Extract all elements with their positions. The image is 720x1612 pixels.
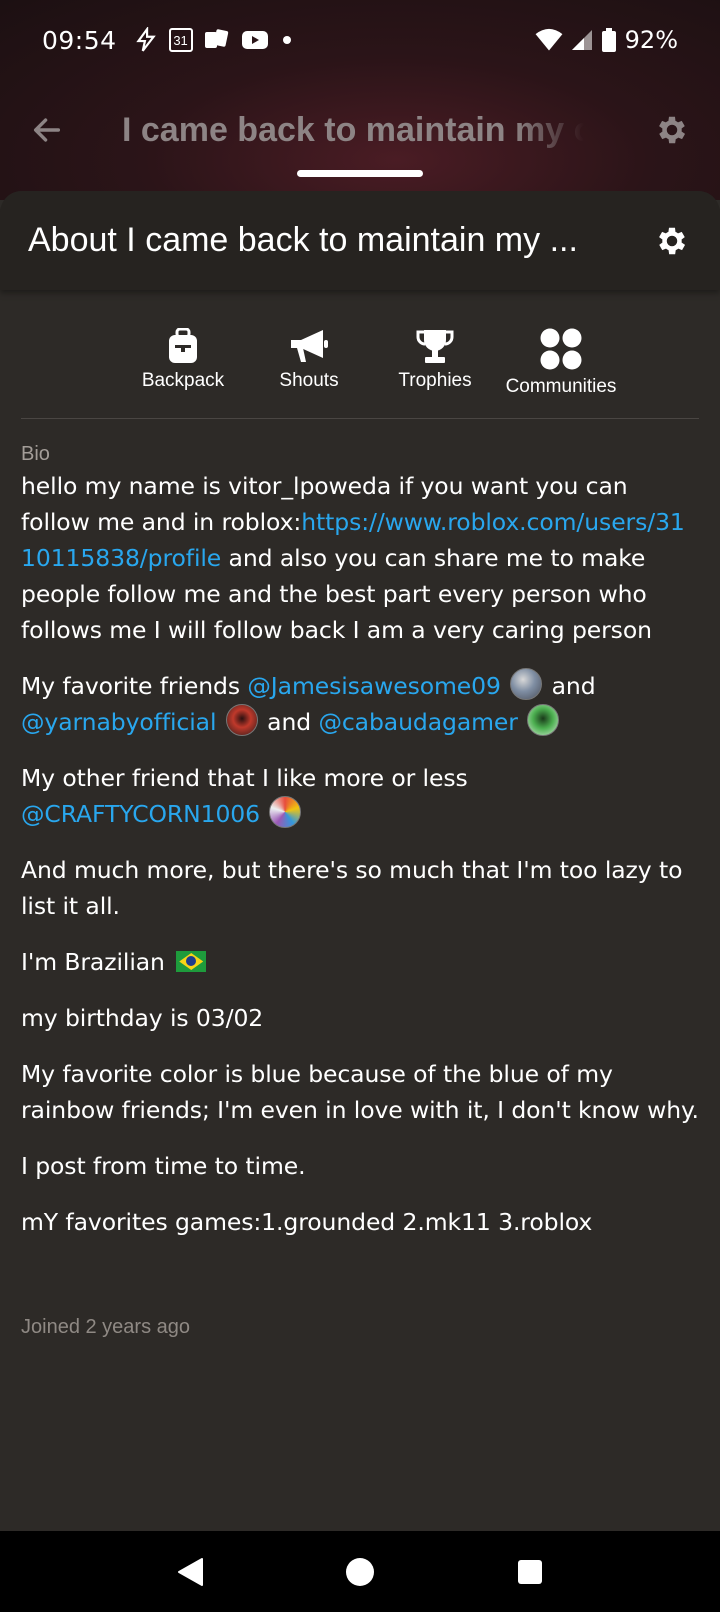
signal-icon	[571, 30, 592, 50]
tab-communities[interactable]: Communities	[498, 328, 624, 398]
profile-tabs: Backpack Shouts Trophies Communities	[0, 328, 720, 398]
bio-text: and	[544, 672, 596, 700]
mention-link[interactable]: @CRAFTYCORN1006	[21, 800, 260, 828]
trophy-icon	[416, 330, 454, 363]
user-avatar[interactable]	[225, 704, 258, 736]
notification-icons: 31	[133, 27, 291, 53]
sheet-drag-handle[interactable]	[297, 170, 423, 177]
bio-section: Bio hello my name is vitor_lpoweda if yo…	[0, 419, 720, 1339]
back-arrow-icon[interactable]	[30, 113, 64, 147]
status-bar: 09:54 31 92%	[0, 0, 720, 80]
bio-paragraph: My other friend that I like more or less…	[21, 760, 699, 832]
mention-link[interactable]: @Jamesisawesome09	[247, 672, 501, 700]
brazil-flag-icon	[176, 951, 207, 972]
top-backdrop: 09:54 31 92% I came back to maintain my …	[0, 0, 720, 200]
tab-label: Trophies	[398, 370, 472, 391]
bio-text: My favorite friends	[21, 672, 248, 700]
tab-label: Shouts	[279, 370, 339, 391]
bio-paragraph: I post from time to time.	[21, 1152, 306, 1180]
tab-backpack[interactable]: Backpack	[120, 328, 246, 398]
bio-text: I'm Brazilian	[21, 948, 165, 976]
tab-label: Communities	[505, 376, 617, 397]
tab-shouts[interactable]: Shouts	[246, 328, 372, 398]
calendar-icon: 31	[168, 28, 193, 52]
top-title: I came back to maintain my o	[122, 110, 584, 149]
sheet-header: About I came back to maintain my ...	[0, 191, 720, 290]
top-nav: I came back to maintain my o	[0, 90, 720, 170]
bolt-icon	[135, 27, 156, 52]
dot-icon	[282, 36, 291, 44]
status-time: 09:54	[42, 25, 117, 55]
bio-paragraph: mY favorites games:1.grounded 2.mk11 3.r…	[21, 1208, 593, 1236]
user-avatar[interactable]	[510, 668, 543, 700]
recents-square-icon	[518, 1559, 542, 1584]
tab-label: Backpack	[141, 370, 225, 391]
bio-text: My other friend that I like more or less	[21, 764, 468, 792]
bio-paragraph: And much more, but there's so much that …	[21, 856, 683, 920]
cards-icon	[204, 29, 228, 48]
battery-percent: 92%	[624, 26, 678, 54]
bio-paragraph: My favorite friends @Jamesisawesome09 an…	[21, 668, 699, 740]
mention-link[interactable]: @yarnabyofficial	[21, 708, 217, 736]
joined-date: Joined 2 years ago	[21, 1316, 191, 1338]
bio-paragraph: hello my name is vitor_lpoweda if you wa…	[21, 468, 699, 648]
home-circle-icon	[346, 1557, 374, 1586]
user-avatar[interactable]	[269, 796, 302, 828]
nav-recents-button[interactable]	[445, 1559, 615, 1585]
youtube-icon	[241, 31, 268, 49]
communities-icon	[540, 328, 582, 370]
nav-back-button[interactable]	[105, 1557, 275, 1587]
gear-icon[interactable]	[654, 112, 690, 148]
megaphone-icon	[291, 330, 328, 362]
wifi-icon	[535, 28, 563, 51]
system-nav-bar	[0, 1531, 720, 1612]
sheet-title: About I came back to maintain my ...	[28, 221, 578, 259]
back-triangle-icon	[178, 1557, 203, 1586]
battery-icon	[601, 28, 616, 52]
about-sheet: About I came back to maintain my ... Bac…	[0, 191, 720, 1531]
nav-home-button[interactable]	[275, 1557, 445, 1587]
backpack-icon	[169, 328, 197, 363]
gear-icon[interactable]	[654, 223, 690, 259]
bio-paragraph: My favorite color is blue because of the…	[21, 1060, 699, 1124]
bio-paragraph: my birthday is 03/02	[21, 1004, 264, 1032]
mention-link[interactable]: @cabaudagamer	[318, 708, 517, 736]
tab-trophies[interactable]: Trophies	[372, 328, 498, 398]
user-avatar[interactable]	[527, 704, 560, 736]
bio-text: and	[259, 708, 319, 736]
bio-paragraph: I'm Brazilian	[21, 944, 699, 980]
bio-label: Bio	[21, 443, 50, 465]
